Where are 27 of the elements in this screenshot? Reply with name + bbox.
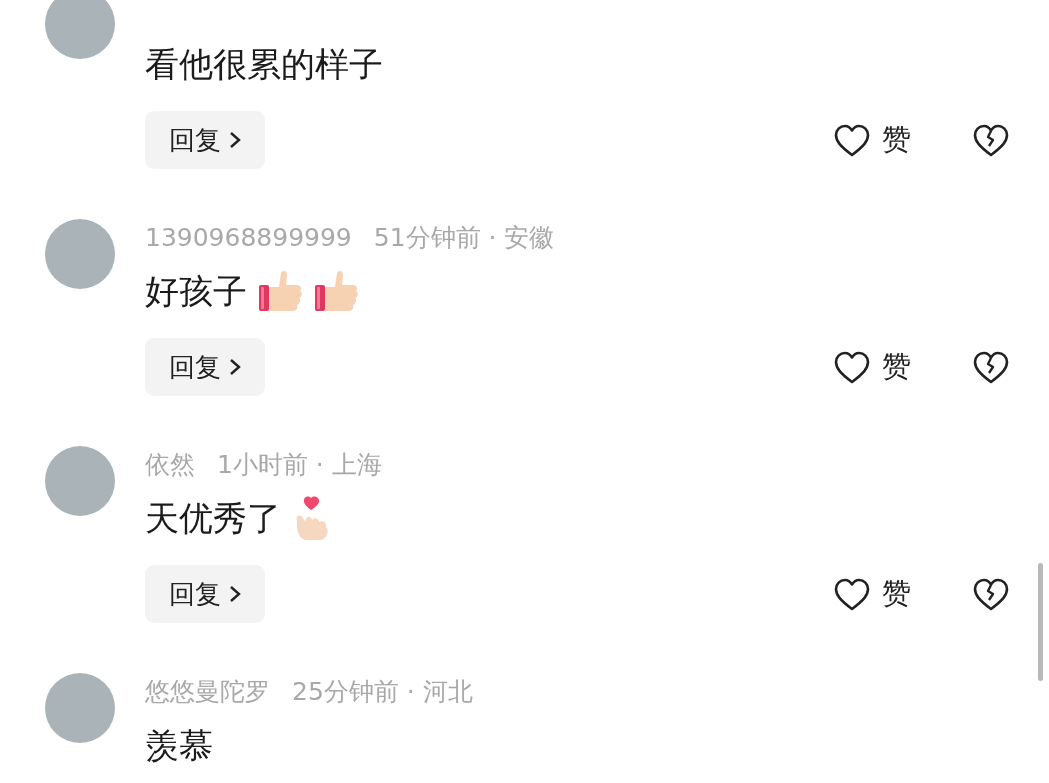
dislike-button[interactable] bbox=[973, 350, 1009, 384]
chevron-right-icon bbox=[229, 131, 241, 149]
heart-icon bbox=[834, 350, 870, 384]
chevron-right-icon bbox=[229, 585, 241, 603]
timestamp: 1小时前 · 上海 bbox=[217, 448, 382, 481]
reply-button[interactable]: 回复 bbox=[145, 565, 265, 623]
reply-button[interactable]: 回复 bbox=[145, 111, 265, 169]
dislike-button[interactable] bbox=[973, 123, 1009, 157]
reply-button[interactable]: 回复 bbox=[145, 338, 265, 396]
scrollbar[interactable] bbox=[1038, 563, 1043, 681]
comment-text: 羡慕 bbox=[145, 724, 213, 767]
heart-icon bbox=[834, 577, 870, 611]
dislike-button[interactable] bbox=[973, 577, 1009, 611]
broken-heart-icon bbox=[973, 123, 1009, 157]
timestamp: 25分钟前 · 河北 bbox=[292, 675, 473, 708]
comment-text: 好孩子 bbox=[145, 270, 247, 313]
broken-heart-icon bbox=[973, 577, 1009, 611]
heart-icon bbox=[834, 123, 870, 157]
like-button[interactable]: 赞 bbox=[834, 347, 911, 387]
avatar-photo-placeholder[interactable] bbox=[45, 0, 115, 59]
broken-heart-icon bbox=[973, 350, 1009, 384]
comment-text: 天优秀了 bbox=[145, 497, 281, 540]
comment-text: 看他很累的样子 bbox=[145, 43, 383, 86]
like-button[interactable]: 赞 bbox=[834, 574, 911, 614]
like-button[interactable]: 赞 bbox=[834, 120, 911, 160]
timestamp: 51分钟前 · 安徽 bbox=[373, 221, 555, 254]
chevron-right-icon bbox=[229, 358, 241, 376]
